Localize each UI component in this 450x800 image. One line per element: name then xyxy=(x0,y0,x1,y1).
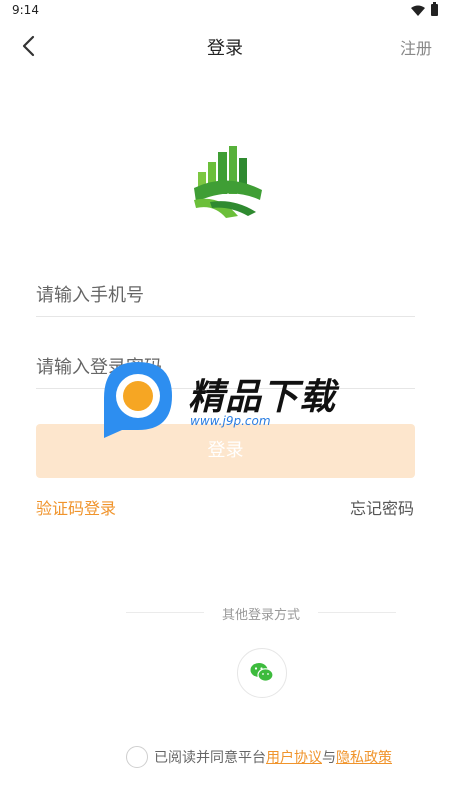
status-bar: 9:14 xyxy=(0,0,450,20)
watermark-title: 精品下载 xyxy=(188,377,337,418)
phone-input[interactable] xyxy=(36,285,415,306)
agreement-row: 已阅读并同意平台 用户协议 与 隐私政策 xyxy=(126,745,392,769)
sms-login-link[interactable]: 验证码登录 xyxy=(36,495,116,519)
other-login-label: 其他登录方式 xyxy=(221,608,300,623)
status-time: 9:14 xyxy=(12,3,39,17)
watermark-url: www.j9p.com xyxy=(190,414,271,428)
app-logo xyxy=(194,146,262,218)
register-button[interactable]: 注册 xyxy=(400,35,432,59)
top-bar: 登录 注册 xyxy=(0,28,450,64)
wechat-login-button[interactable] xyxy=(237,648,287,698)
user-agreement-link[interactable]: 用户协议 xyxy=(266,747,322,767)
wifi-icon xyxy=(411,5,425,16)
phone-field xyxy=(36,264,415,317)
agreement-checkbox[interactable] xyxy=(126,746,148,768)
agreement-conjunction: 与 xyxy=(322,750,336,766)
page-title: 登录 xyxy=(207,38,243,59)
status-icons xyxy=(411,2,438,16)
forgot-password-link[interactable]: 忘记密码 xyxy=(350,495,414,519)
divider-line xyxy=(318,612,396,613)
watermark-logo-icon xyxy=(104,362,172,438)
agreement-prefix: 已阅读并同意平台 xyxy=(154,750,266,766)
watermark: 精品下载 www.j9p.com xyxy=(98,358,358,444)
other-login-divider: 其他登录方式 xyxy=(126,602,396,624)
privacy-policy-link[interactable]: 隐私政策 xyxy=(336,747,392,767)
wechat-icon xyxy=(250,663,274,682)
battery-icon xyxy=(431,2,438,16)
